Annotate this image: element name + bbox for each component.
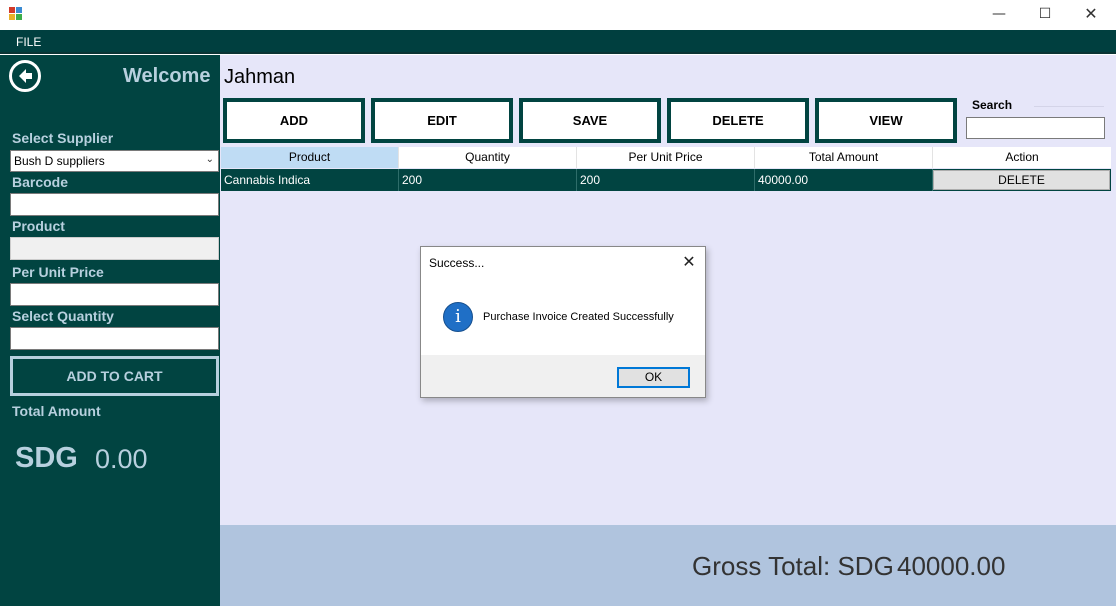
add-button[interactable]: ADD — [223, 98, 365, 143]
gross-total-bar: Gross Total: SDG 40000.00 — [220, 525, 1116, 606]
sidebar: Welcome Select Supplier Bush D suppliers… — [0, 55, 220, 606]
edit-button[interactable]: EDIT — [371, 98, 513, 143]
dialog-footer: OK — [421, 355, 705, 397]
column-header-total[interactable]: Total Amount — [755, 147, 933, 168]
minimize-button[interactable]: — — [976, 0, 1022, 30]
quantity-label: Select Quantity — [12, 308, 114, 324]
total-amount-label: Total Amount — [12, 403, 101, 419]
quantity-input[interactable] — [10, 327, 219, 350]
maximize-button[interactable]: ☐ — [1022, 0, 1068, 30]
cell-total[interactable]: 40000.00 — [755, 169, 933, 191]
dialog-message: Purchase Invoice Created Successfully — [483, 311, 674, 323]
column-header-product[interactable]: Product — [221, 147, 399, 168]
back-arrow-icon[interactable] — [9, 60, 41, 92]
unit-price-input[interactable] — [10, 283, 219, 306]
product-input — [10, 237, 219, 260]
dialog-title: Success... — [429, 256, 485, 270]
grid-header: Product Quantity Per Unit Price Total Am… — [221, 147, 1111, 168]
product-label: Product — [12, 218, 65, 234]
barcode-label: Barcode — [12, 174, 69, 190]
column-header-quantity[interactable]: Quantity — [399, 147, 577, 168]
supplier-select[interactable]: Bush D suppliers ⌄ — [10, 150, 219, 172]
search-input[interactable] — [966, 117, 1105, 139]
cell-unit-price[interactable]: 200 — [577, 169, 755, 191]
search-divider — [1034, 106, 1104, 107]
chevron-down-icon: ⌄ — [205, 154, 214, 165]
delete-button[interactable]: DELETE — [667, 98, 809, 143]
info-icon: i — [443, 302, 473, 332]
search-label: Search — [972, 98, 1013, 112]
success-dialog: Success... ✕ i Purchase Invoice Created … — [420, 246, 706, 398]
title-bar: — ☐ ✕ — [0, 0, 1116, 30]
column-header-unit-price[interactable]: Per Unit Price — [577, 147, 755, 168]
gross-total-label: Gross Total: SDG — [692, 551, 894, 581]
dialog-close-icon[interactable]: ✕ — [678, 251, 700, 273]
row-delete-button[interactable]: DELETE — [933, 170, 1110, 190]
select-supplier-label: Select Supplier — [12, 130, 114, 146]
unit-price-label: Per Unit Price — [12, 264, 104, 280]
save-button[interactable]: SAVE — [519, 98, 661, 143]
barcode-input[interactable] — [10, 193, 219, 216]
menu-bar: FILE — [0, 30, 1116, 54]
table-row[interactable]: Cannabis Indica 200 200 40000.00 DELETE — [221, 169, 1111, 191]
menu-file[interactable]: FILE — [16, 35, 41, 49]
supplier-select-value: Bush D suppliers — [14, 154, 105, 168]
total-amount-value: 0.00 — [95, 444, 148, 474]
cell-product[interactable]: Cannabis Indica — [221, 169, 399, 191]
close-window-button[interactable]: ✕ — [1068, 0, 1114, 30]
currency-label: SDG — [15, 442, 78, 474]
view-button[interactable]: VIEW — [815, 98, 957, 143]
ok-button[interactable]: OK — [617, 367, 690, 388]
app-icon — [9, 7, 23, 21]
column-header-action[interactable]: Action — [933, 147, 1111, 168]
welcome-heading: Welcome — [123, 65, 211, 87]
cell-quantity[interactable]: 200 — [399, 169, 577, 191]
add-to-cart-button[interactable]: ADD TO CART — [10, 356, 219, 396]
username: Jahman — [224, 66, 296, 88]
gross-total-value: 40000.00 — [897, 551, 1006, 581]
